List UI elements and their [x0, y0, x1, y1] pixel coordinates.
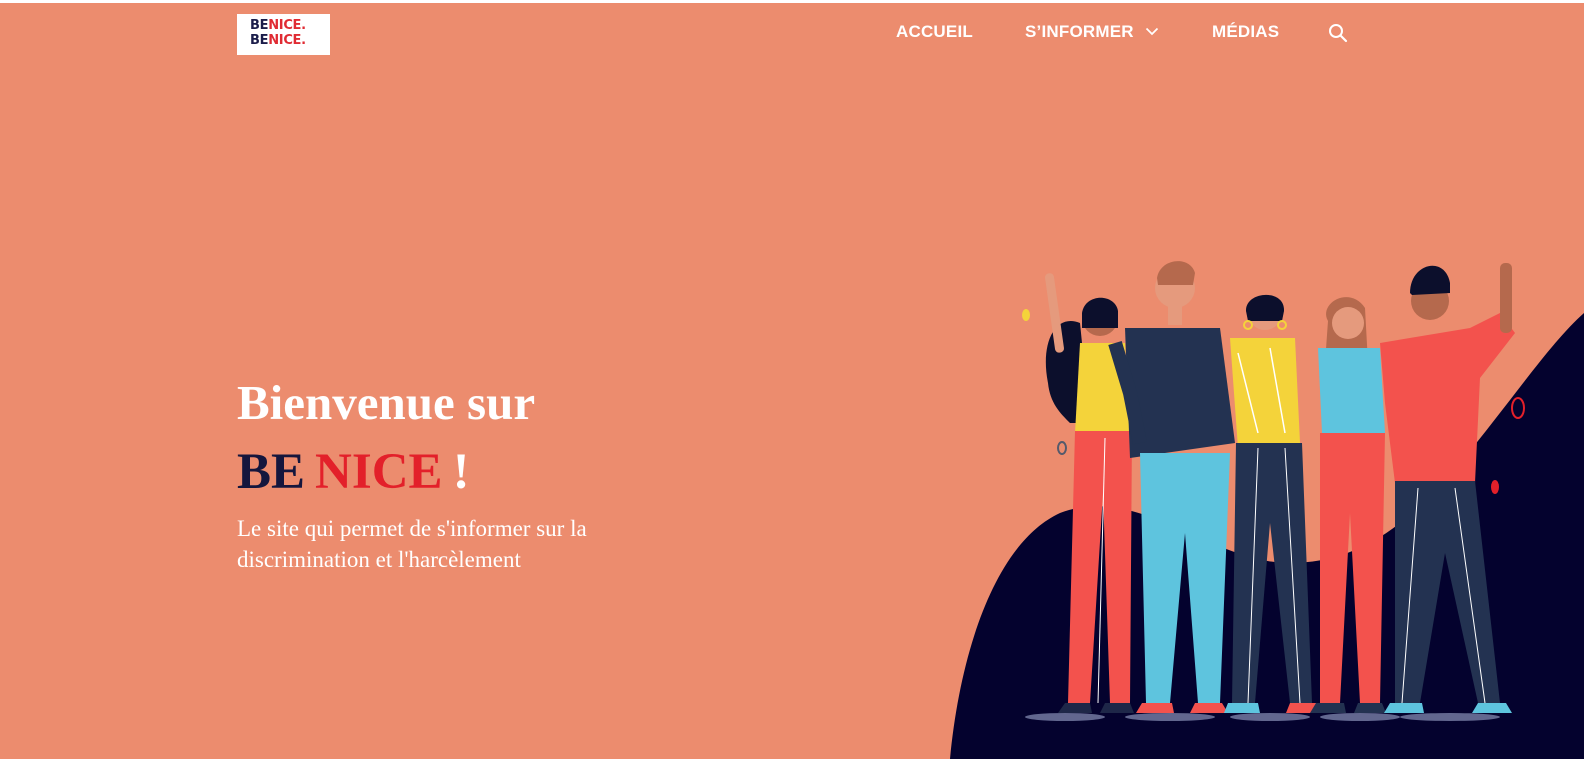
brand-nice: NICE: [315, 444, 443, 500]
brand-be: BE: [237, 444, 306, 500]
nav-item-medias[interactable]: MÉDIAS: [1212, 22, 1279, 46]
group-of-friends-illustration: [950, 261, 1584, 759]
nav-item-sinformer[interactable]: S’INFORMER: [1025, 22, 1159, 46]
site-logo[interactable]: BENICE. BENICE.: [237, 14, 330, 55]
nav-item-sinformer-label: S’INFORMER: [1025, 22, 1134, 41]
brand-exclamation: !: [452, 444, 470, 500]
search-icon[interactable]: [1328, 23, 1348, 43]
nav-item-accueil-label: ACCUEIL: [896, 22, 973, 41]
confetti-yellow: [1022, 309, 1030, 321]
page: BENICE. BENICE. ACCUEIL S’INFORMER MÉDIA…: [0, 3, 1584, 759]
nav-item-accueil[interactable]: ACCUEIL: [896, 22, 973, 46]
hero-brand: BE NICE!: [237, 443, 470, 501]
confetti-red: [1491, 480, 1499, 494]
nav-item-medias-label: MÉDIAS: [1212, 22, 1280, 41]
hero-subtitle: Le site qui permet de s'informer sur la …: [237, 516, 587, 572]
chevron-down-icon: [1145, 27, 1158, 35]
logo-line-1: BENICE.: [250, 18, 306, 33]
hero-title: Bienvenue sur: [237, 375, 536, 430]
confetti-ring-left: [1057, 441, 1067, 455]
logo-line-2: BENICE.: [250, 33, 306, 48]
